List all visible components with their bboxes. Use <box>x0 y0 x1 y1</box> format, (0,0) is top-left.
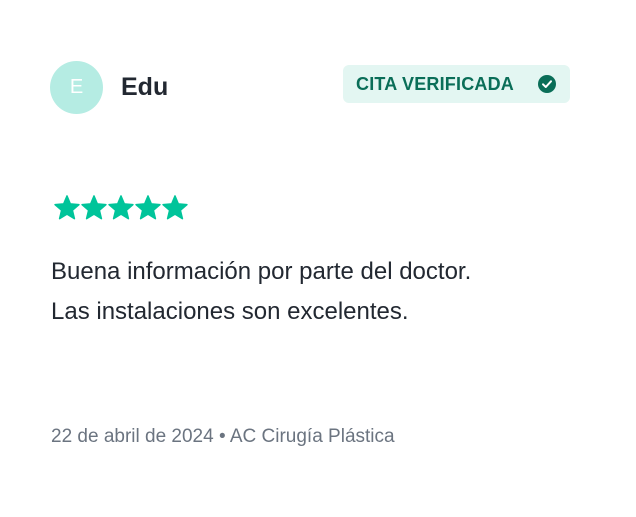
star-icon <box>108 195 134 220</box>
review-meta: 22 de abril de 2024 • AC Cirugía Plástic… <box>51 426 395 448</box>
star-icon <box>135 195 161 220</box>
star-rating <box>54 195 188 221</box>
review-text: Buena información por parte del doctor. … <box>51 252 591 332</box>
review-service: AC Cirugía Plástica <box>229 426 395 447</box>
meta-separator: • <box>218 426 226 447</box>
verified-badge-label: CITA VERIFICADA <box>356 73 514 94</box>
review-card: E Edu CITA VERIFICADA Buena información … <box>0 0 636 517</box>
avatar-initial: E <box>69 76 84 98</box>
avatar: E <box>50 61 103 114</box>
check-circle-icon <box>538 75 556 93</box>
review-text-line: Buena información por parte del doctor. <box>51 258 472 285</box>
author-name: Edu <box>121 73 169 101</box>
verified-badge: CITA VERIFICADA <box>343 65 570 103</box>
review-date: 22 de abril de 2024 <box>51 426 214 447</box>
review-text-line: Las instalaciones son excelentes. <box>51 298 409 325</box>
star-icon <box>81 195 107 220</box>
star-icon <box>162 195 188 220</box>
star-icon <box>54 195 80 220</box>
